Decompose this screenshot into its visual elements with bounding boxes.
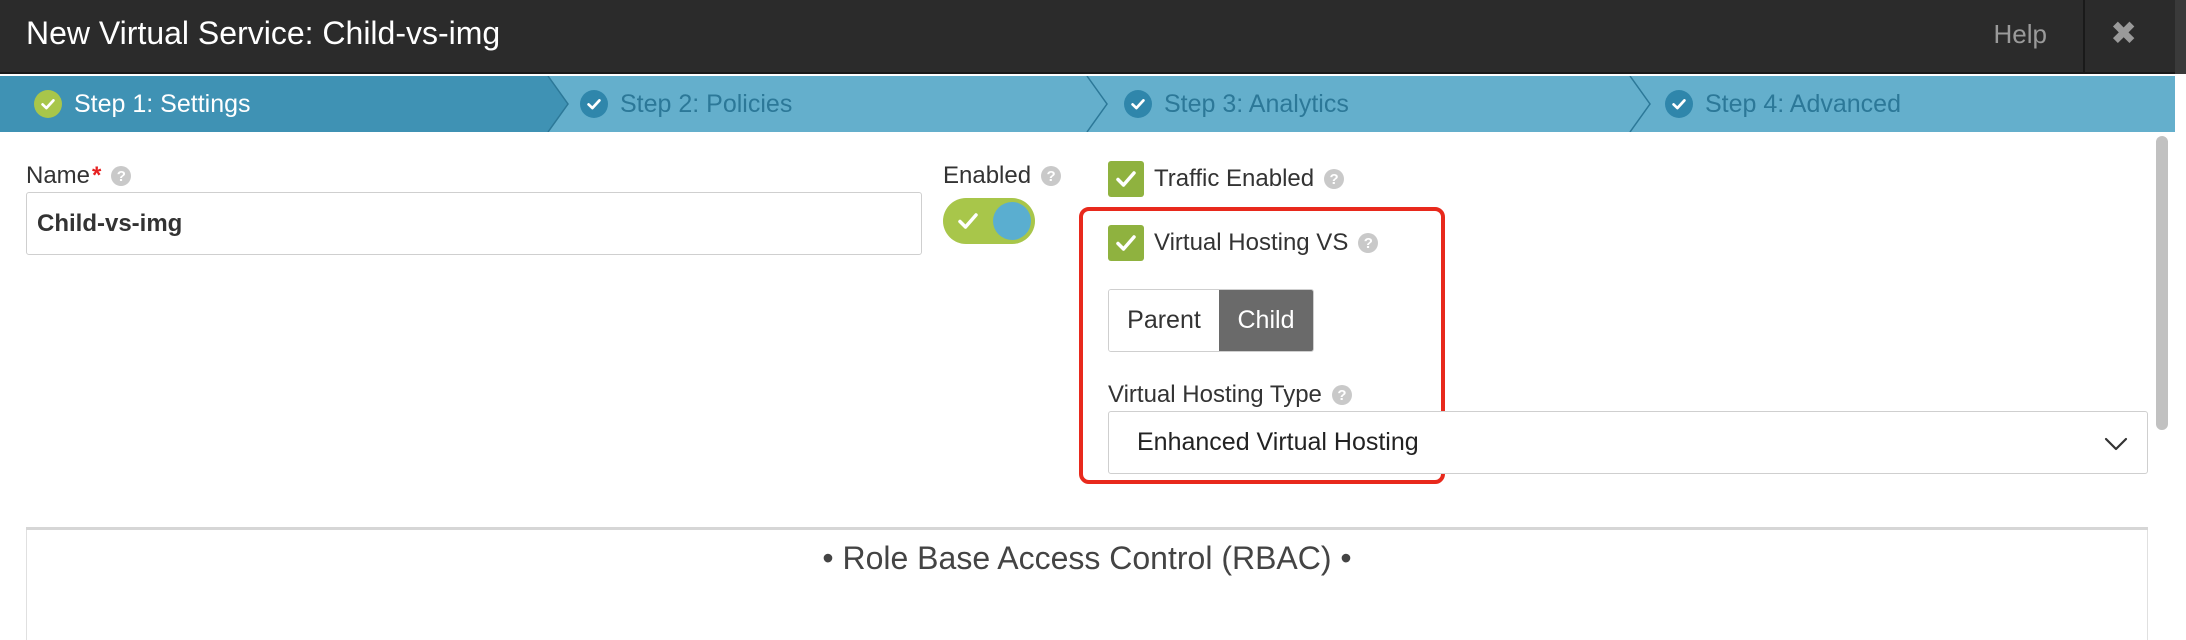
modal-title: New Virtual Service: Child-vs-img (26, 15, 501, 51)
step-policies[interactable]: Step 2: Policies (580, 76, 792, 132)
vh-role-segmented: Parent Child (1108, 289, 1314, 352)
check-icon (1116, 235, 1136, 251)
name-input[interactable]: Child-vs-img (26, 192, 922, 255)
check-icon (1116, 171, 1136, 187)
window-edge-top (2175, 0, 2186, 74)
step-label: Step 3: Analytics (1164, 89, 1349, 118)
close-icon[interactable]: ✖ (2110, 14, 2137, 52)
question-circle-icon[interactable]: ? (1324, 169, 1345, 189)
modal-header: New Virtual Service: Child-vs-img Help ✖ (0, 0, 2175, 74)
question-circle-icon[interactable]: ? (1358, 233, 1379, 253)
chevron-down-icon (2104, 437, 2128, 451)
traffic-enabled-checkbox[interactable] (1108, 161, 1144, 197)
window-edge (2175, 0, 2186, 640)
traffic-enabled-label: Traffic Enabled ? (1154, 165, 1345, 193)
name-input-value: Child-vs-img (37, 209, 183, 237)
check-circle-icon (1665, 90, 1693, 118)
question-circle-icon[interactable]: ? (1041, 166, 1062, 186)
name-label-text: Name (26, 162, 91, 189)
scrollbar[interactable] (2156, 136, 2168, 430)
virtual-hosting-text: Virtual Hosting VS (1154, 229, 1349, 256)
enabled-label-text: Enabled (943, 162, 1032, 189)
step-label: Step 4: Advanced (1705, 89, 1901, 118)
virtual-hosting-checkbox[interactable] (1108, 225, 1144, 261)
vh-type-label: Virtual Hosting Type ? (1108, 381, 1352, 409)
check-circle-icon (34, 90, 62, 118)
check-circle-icon (1124, 90, 1152, 118)
vh-type-select[interactable]: Enhanced Virtual Hosting (1108, 411, 2148, 474)
enabled-label: Enabled ? (943, 162, 1062, 190)
traffic-enabled-text: Traffic Enabled (1154, 165, 1315, 192)
step-separator (540, 76, 569, 132)
rbac-title: • Role Base Access Control (RBAC) • (822, 540, 1352, 576)
question-circle-icon[interactable]: ? (111, 166, 132, 186)
parent-option[interactable]: Parent (1109, 290, 1219, 351)
step-separator (1086, 76, 1108, 132)
vh-type-text: Virtual Hosting Type (1108, 381, 1322, 408)
check-icon (958, 213, 978, 229)
toggle-knob (993, 202, 1031, 240)
step-separator (1629, 76, 1651, 132)
step-analytics[interactable]: Step 3: Analytics (1124, 76, 1349, 132)
check-circle-icon (580, 90, 608, 118)
name-label: Name * ? (26, 162, 132, 190)
required-mark: * (92, 162, 102, 189)
step-label: Step 1: Settings (74, 89, 251, 118)
header-divider (2083, 0, 2085, 74)
child-option[interactable]: Child (1219, 290, 1313, 351)
question-circle-icon[interactable]: ? (1331, 385, 1352, 405)
step-settings[interactable]: Step 1: Settings (0, 76, 545, 132)
wizard-steps: Step 1: Settings Step 2: Policies Step 3… (0, 76, 2175, 132)
step-label: Step 2: Policies (620, 89, 793, 118)
virtual-hosting-label: Virtual Hosting VS ? (1154, 229, 1379, 257)
step-advanced[interactable]: Step 4: Advanced (1665, 76, 1901, 132)
vh-type-value: Enhanced Virtual Hosting (1137, 428, 1419, 456)
enabled-toggle[interactable] (943, 198, 1035, 244)
help-link[interactable]: Help (1994, 19, 2047, 50)
